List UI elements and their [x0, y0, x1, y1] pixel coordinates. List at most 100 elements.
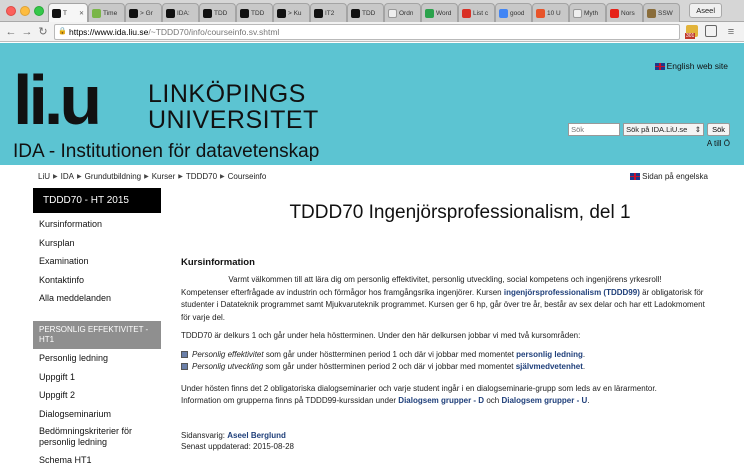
search-input[interactable]: [568, 123, 621, 136]
sidebar-item-schema-ht1[interactable]: Schema HT1: [33, 451, 161, 470]
youtube-icon: [610, 8, 619, 18]
menu-icon[interactable]: ≡: [724, 25, 738, 39]
bullet-icon: [181, 351, 188, 358]
breadcrumb-arrow-icon: ▶: [53, 174, 58, 180]
sidebar-item-kursinformation[interactable]: Kursinformation: [33, 215, 161, 234]
bullet-icon: [181, 363, 188, 370]
breadcrumb-arrow-icon: ▶: [178, 174, 183, 180]
liu-logo[interactable]: li.u: [13, 65, 102, 135]
browser-tab[interactable]: > Gr: [125, 3, 162, 22]
sjalvmedvetenhet-link[interactable]: självmedvetenhet: [516, 362, 583, 371]
list-item: Personlig utveckling som går under höstt…: [181, 361, 709, 373]
tab-favicon-icon: [203, 8, 212, 18]
liu-favicon-icon: [52, 8, 61, 18]
intro-paragraph: Varmt välkommen till att lära dig om per…: [181, 275, 705, 322]
sidebar-item-uppgift-2[interactable]: Uppgift 2: [33, 386, 161, 405]
browser-tab[interactable]: T ✕: [48, 3, 88, 22]
browser-tab[interactable]: SSW: [643, 3, 680, 22]
browser-toolbar: ← → ↻ 🔒 https://www.ida.liu.se/~TDDD70/in…: [0, 22, 744, 42]
browser-tab[interactable]: Word: [421, 3, 458, 22]
browser-tab[interactable]: Ordn: [384, 3, 421, 22]
part-paragraph: TDDD70 är delkurs 1 och går under hela h…: [181, 331, 581, 340]
sidebar-item-bedomningskriterier[interactable]: Bedömningskriterier för personlig lednin…: [33, 423, 161, 451]
browser-tab[interactable]: List c: [458, 3, 495, 22]
university-name: LINKÖPINGS UNIVERSITET: [148, 80, 319, 134]
tab-favicon-icon: [129, 8, 138, 18]
a-to-o-link[interactable]: A till Ö: [707, 139, 730, 148]
english-site-link[interactable]: English web site: [654, 61, 728, 71]
breadcrumb-item[interactable]: TDDD70: [186, 172, 217, 181]
breadcrumb-arrow-icon: ▶: [144, 174, 149, 180]
personlig-ledning-link[interactable]: personlig ledning: [516, 350, 583, 359]
english-page-link[interactable]: Sidan på engelska: [630, 172, 708, 181]
browser-tab[interactable]: IDA:: [162, 3, 199, 22]
site-header: li.u LINKÖPINGS UNIVERSITET IDA - Instit…: [0, 43, 744, 165]
uk-flag-icon: [630, 173, 641, 180]
zoom-window-icon[interactable]: [34, 6, 44, 16]
browser-tab[interactable]: TDD: [347, 3, 384, 22]
breadcrumb: LiU ▶ IDA ▶ Grundutbildning ▶ Kurser ▶ TDDD7…: [38, 172, 266, 181]
tddd99-link[interactable]: ingenjörsprofessionalism (TDDD99): [504, 288, 640, 297]
tab-favicon-icon: [351, 8, 360, 18]
document-icon: [573, 8, 582, 18]
browser-tab[interactable]: IT2: [310, 3, 347, 22]
browser-tab[interactable]: 10 U: [532, 3, 569, 22]
sidebar-item-uppgift-1[interactable]: Uppgift 1: [33, 368, 161, 387]
browser-tab[interactable]: > Ku: [273, 3, 310, 22]
extension-badge-count: 301: [685, 33, 696, 39]
wordpress-icon: [425, 8, 434, 18]
sidebar-item-kursplan[interactable]: Kursplan: [33, 234, 161, 253]
dialogsem-grupper-d-link[interactable]: Dialogsem grupper - D: [398, 396, 484, 405]
lock-icon: 🔒: [58, 28, 67, 35]
dialogsem-grupper-u-link[interactable]: Dialogsem grupper - U: [501, 396, 587, 405]
browser-tab[interactable]: good: [495, 3, 532, 22]
document-icon: [388, 8, 397, 18]
page-responsible-link[interactable]: Aseel Berglund: [227, 431, 286, 440]
department-name[interactable]: IDA - Institutionen för datavetenskap: [13, 141, 319, 163]
browser-tabs: T ✕ Time > Gr IDA: TDD TDD > Ku IT2 TDD O…: [48, 3, 680, 22]
browser-tab-bar: T ✕ Time > Gr IDA: TDD TDD > Ku IT2 TDD O…: [0, 0, 744, 22]
browser-tab[interactable]: Time: [88, 3, 125, 22]
sidebar-item-alla-meddelanden[interactable]: Alla meddelanden: [33, 289, 161, 308]
breadcrumb-item[interactable]: LiU: [38, 172, 50, 181]
list-icon: [462, 8, 471, 18]
main-content: TDDD70 Ingenjörsprofessionalism, del 1 K…: [181, 200, 709, 452]
forward-arrow-icon[interactable]: →: [20, 25, 34, 39]
browser-tab[interactable]: TDD: [236, 3, 273, 22]
close-tab-icon[interactable]: ✕: [79, 10, 84, 17]
cast-icon[interactable]: [705, 25, 717, 37]
sidebar-item-kontaktinfo[interactable]: Kontaktinfo: [33, 271, 161, 290]
close-window-icon[interactable]: [6, 6, 16, 16]
profile-button[interactable]: Aseel: [689, 3, 722, 18]
browser-tab[interactable]: Myth: [569, 3, 606, 22]
breadcrumb-item[interactable]: IDA: [61, 172, 74, 181]
course-area-list: Personlig effektivitet som går under hös…: [181, 349, 709, 373]
last-updated: Senast uppdaterad: 2015-08-28: [181, 441, 294, 451]
address-bar[interactable]: 🔒 https://www.ida.liu.se/~TDDD70/info/cou…: [54, 24, 680, 40]
minimize-window-icon[interactable]: [20, 6, 30, 16]
browser-tab[interactable]: TDD: [199, 3, 236, 22]
browser-tab[interactable]: Nors: [606, 3, 643, 22]
sidebar-item-personlig-ledning[interactable]: Personlig ledning: [33, 349, 161, 368]
breadcrumb-item[interactable]: Kurser: [152, 172, 176, 181]
section-heading: Kursinformation: [181, 257, 255, 268]
tab-favicon-icon: [314, 8, 323, 18]
google-icon: [499, 8, 508, 18]
tab-favicon-icon: [277, 8, 286, 18]
breadcrumb-item[interactable]: Grundutbildning: [85, 172, 141, 181]
sidebar-course-title[interactable]: TDDD70 - HT 2015: [33, 188, 161, 213]
uk-flag-icon: [654, 62, 665, 70]
search-button[interactable]: Sök: [707, 123, 730, 136]
reload-icon[interactable]: ↻: [36, 25, 50, 39]
page-title: TDDD70 Ingenjörsprofessionalism, del 1: [289, 202, 631, 223]
breadcrumb-arrow-icon: ▶: [220, 174, 225, 180]
breadcrumb-arrow-icon: ▶: [76, 174, 82, 180]
search-form: Sök på IDA.LiU.se⇕ Sök: [568, 123, 730, 136]
back-arrow-icon[interactable]: ←: [4, 25, 18, 39]
tab-favicon-icon: [240, 8, 249, 18]
breadcrumb-item-current: Courseinfo: [227, 172, 267, 181]
sidebar-item-examination[interactable]: Examination: [33, 252, 161, 271]
search-scope-select[interactable]: Sök på IDA.LiU.se ⇕: [623, 123, 705, 136]
page-meta: Sidansvarig: Aseel Berglund Senast uppda…: [181, 430, 709, 452]
sidebar-item-dialogseminarium[interactable]: Dialogseminarium: [33, 405, 161, 424]
